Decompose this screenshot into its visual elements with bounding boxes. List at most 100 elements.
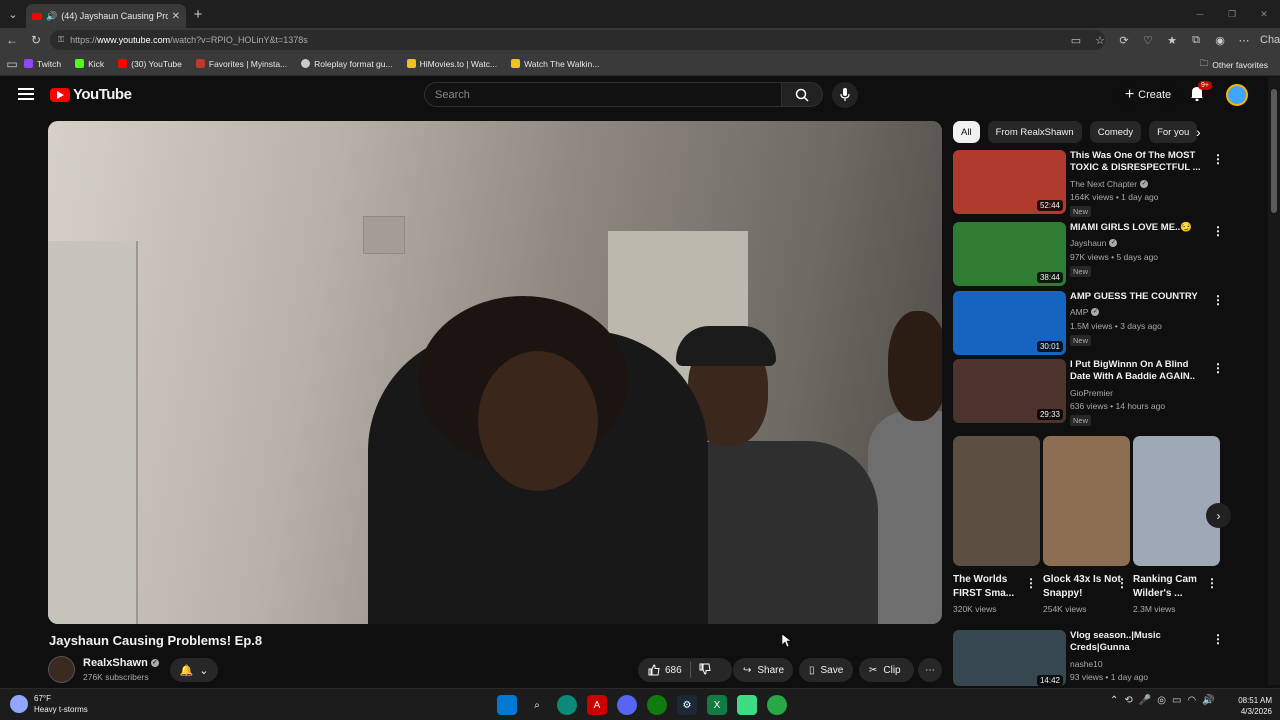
scrollbar-thumb[interactable]	[1271, 89, 1277, 213]
recommendation-title[interactable]: Vlog season..|Music Creds|Gunna	[1070, 630, 1205, 654]
recommendation-title[interactable]: MIAMI GIRLS LOVE ME..😏	[1070, 222, 1205, 234]
recommendation-item[interactable]: 14:42 Vlog season..|Music Creds|Gunna na…	[953, 630, 1223, 686]
channel-name[interactable]: RealxShawn ✓	[83, 657, 159, 669]
recommendation-item[interactable]: 52:44 This Was One Of The MOST TOXIC & D…	[953, 150, 1224, 217]
chip-comedy[interactable]: Comedy	[1089, 121, 1142, 143]
video-thumbnail[interactable]: 29:33	[953, 359, 1066, 423]
windows-start-icon[interactable]	[497, 695, 517, 715]
bookmark-himovies[interactable]: HiMovies.to | Watc...	[406, 59, 497, 69]
other-favorites[interactable]: 🗀 Other favorites	[1200, 58, 1268, 72]
close-window-button[interactable]: ✕	[1248, 0, 1280, 28]
bookmark-roleplay[interactable]: Roleplay format gu...	[301, 59, 393, 69]
more-vertical-icon[interactable]: ⋮	[1116, 576, 1128, 590]
excel-icon[interactable]: X	[707, 695, 727, 715]
steam-icon[interactable]: ⚙	[677, 695, 697, 715]
subscription-bell-button[interactable]: 🔔 ⌄	[170, 658, 218, 682]
weather-widget[interactable]: 67°F Heavy t-storms	[10, 693, 88, 715]
more-vertical-icon[interactable]: ⋮	[1212, 224, 1224, 238]
browser-essentials-icon[interactable]: ♡	[1136, 34, 1160, 47]
search-icon[interactable]: ⌕	[527, 695, 547, 715]
voice-search-button[interactable]	[832, 82, 858, 108]
tab-sidebar-icon[interactable]: ▭	[0, 57, 24, 71]
more-vertical-icon[interactable]: ⋮	[1025, 576, 1037, 590]
share-button[interactable]: ↪ Share	[733, 658, 793, 682]
maximize-button[interactable]: ❐	[1216, 0, 1248, 28]
game-app-icon[interactable]	[767, 695, 787, 715]
more-vertical-icon[interactable]: ⋮	[1212, 632, 1223, 646]
tab-actions-menu[interactable]: ⌄	[0, 0, 26, 28]
favorites-icon[interactable]: ★	[1160, 34, 1184, 47]
short-thumbnail[interactable]	[1133, 436, 1220, 566]
recommendation-item[interactable]: 29:33 I Put BigWinnn On A Blind Date Wit…	[953, 359, 1224, 426]
page-scrollbar[interactable]	[1268, 77, 1280, 685]
notifications-button[interactable]: 9+	[1190, 81, 1212, 106]
short-thumbnail[interactable]	[1043, 436, 1130, 566]
recommendation-channel[interactable]: nashe10	[1070, 659, 1103, 669]
more-vertical-icon[interactable]: ⋮	[1212, 293, 1224, 307]
favorite-star-icon[interactable]: ☆	[1088, 34, 1112, 47]
reader-mode-icon[interactable]: ▭	[1064, 34, 1088, 47]
system-clock[interactable]: 08:51 AM 4/3/2026	[1230, 695, 1272, 717]
recommendation-item[interactable]: 30:01 AMP GUESS THE COUNTRY AMP ✓ 1.5M vi…	[953, 291, 1224, 355]
like-button[interactable]: 686	[648, 664, 682, 676]
edge-browser-icon[interactable]	[557, 695, 577, 715]
short-title[interactable]: The Worlds FIRST Sma...	[953, 573, 1033, 601]
recommendation-item[interactable]: 38:44 MIAMI GIRLS LOVE ME..😏 Jayshaun ✓ 9…	[953, 222, 1224, 286]
recommendation-channel[interactable]: GioPremier	[1070, 388, 1113, 398]
more-vertical-icon[interactable]: ⋮	[1212, 361, 1224, 375]
more-menu-icon[interactable]: ⋯	[1232, 34, 1256, 47]
channel-avatar[interactable]	[48, 656, 75, 683]
search-input[interactable]: Search	[424, 82, 782, 107]
recommendation-title[interactable]: This Was One Of The MOST TOXIC & DISRESP…	[1070, 150, 1205, 174]
new-tab-button[interactable]: +	[186, 6, 210, 23]
short-title[interactable]: Ranking Cam Wilder's ...	[1133, 573, 1213, 601]
collections-icon[interactable]: ⧉	[1184, 34, 1208, 47]
video-thumbnail[interactable]: 14:42	[953, 630, 1066, 686]
more-actions-button[interactable]: ⋯	[918, 658, 942, 682]
android-app-icon[interactable]	[737, 695, 757, 715]
hamburger-menu-icon[interactable]	[18, 88, 34, 100]
display-icon[interactable]: ▭	[1172, 695, 1181, 706]
search-button[interactable]	[781, 82, 823, 107]
chevron-up-icon[interactable]: ⌃	[1110, 695, 1118, 706]
recommendation-title[interactable]: I Put BigWinnn On A Blind Date With A Ba…	[1070, 359, 1205, 383]
recommendation-channel[interactable]: Jayshaun ✓	[1070, 238, 1118, 248]
video-thumbnail[interactable]: 52:44	[953, 150, 1066, 214]
chips-next-icon[interactable]: ›	[1196, 124, 1201, 140]
clip-button[interactable]: ✂ Clip	[859, 658, 914, 682]
profile-icon[interactable]: ◉	[1208, 34, 1232, 47]
recommendation-title[interactable]: AMP GUESS THE COUNTRY	[1070, 291, 1205, 303]
short-thumbnail[interactable]	[953, 436, 1040, 566]
adobe-acrobat-icon[interactable]: A	[587, 695, 607, 715]
speaker-icon[interactable]: 🔊	[46, 11, 57, 22]
youtube-logo[interactable]: YouTube	[50, 86, 132, 103]
bookmark-walking-dead[interactable]: Watch The Walkin...	[511, 59, 599, 69]
volume-icon[interactable]: 🔊	[1202, 695, 1214, 706]
bookmark-youtube[interactable]: (30) YouTube	[118, 59, 182, 69]
bookmark-twitch[interactable]: Twitch	[24, 59, 61, 69]
video-thumbnail[interactable]: 30:01	[953, 291, 1066, 355]
extensions-icon[interactable]: ⟳	[1112, 34, 1136, 47]
browser-tab-active[interactable]: 🔊 (44) Jayshaun Causing Proble ✕	[26, 4, 186, 28]
sync-icon[interactable]: ⟲	[1124, 695, 1132, 706]
recommendation-channel[interactable]: AMP ✓	[1070, 307, 1100, 317]
chip-all[interactable]: All	[953, 121, 980, 143]
wifi-icon[interactable]: ◠	[1187, 695, 1196, 706]
more-vertical-icon[interactable]: ⋮	[1212, 152, 1224, 166]
microphone-icon[interactable]: 🎤	[1139, 695, 1151, 706]
close-tab-icon[interactable]: ✕	[172, 11, 180, 22]
site-info-icon[interactable]: ⚿	[58, 35, 64, 45]
minimize-button[interactable]: ─	[1184, 0, 1216, 28]
bookmark-myinsta[interactable]: Favorites | Myinsta...	[195, 59, 287, 69]
chip-from-channel[interactable]: From RealxShawn	[987, 121, 1082, 143]
discord-icon[interactable]	[617, 695, 637, 715]
recommendation-channel[interactable]: The Next Chapter ✓	[1070, 179, 1149, 189]
create-button[interactable]: + Create	[1118, 83, 1178, 107]
bookmark-kick[interactable]: Kick	[75, 59, 104, 69]
short-title[interactable]: Glock 43x Is Not Snappy!	[1043, 573, 1123, 601]
url-bar[interactable]: ⚿ https://www.youtube.com/watch?v=RPIO_H…	[50, 30, 1105, 50]
more-vertical-icon[interactable]: ⋮	[1206, 576, 1218, 590]
reload-icon[interactable]: ↻	[24, 33, 48, 47]
copilot-chat-button[interactable]: Chat	[1256, 34, 1280, 46]
shorts-next-icon[interactable]: ›	[1206, 503, 1231, 528]
